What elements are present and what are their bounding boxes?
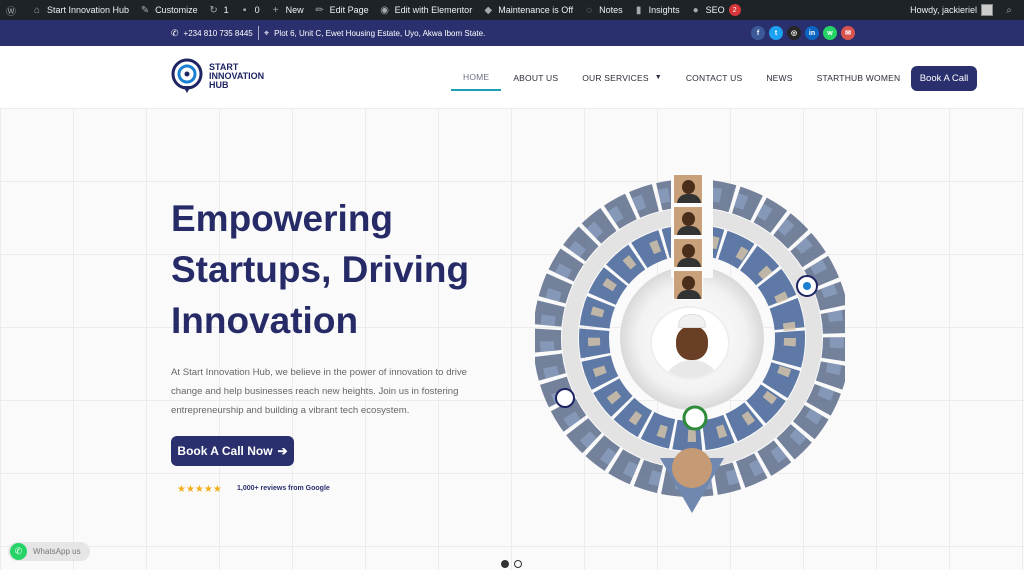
hero-title: Empowering Startups, Driving Innovation [171, 198, 470, 341]
founder-portrait [650, 306, 730, 380]
admin-edit-page[interactable]: ✏ Edit Page [309, 0, 374, 20]
admin-seo[interactable]: ● SEO 2 [685, 0, 746, 20]
logo-text: START INNOVATION HUB [209, 61, 265, 90]
location-pin-icon: ⌖ [264, 28, 270, 38]
whatsapp-chat-button[interactable]: ✆ WhatsApp us [8, 542, 90, 561]
admin-account[interactable]: Howdy, jackieriel [905, 0, 998, 20]
plus-icon: + [272, 4, 279, 16]
slide-dot-1[interactable] [501, 560, 509, 568]
address-text: ⌖ Plot 6, Unit C, Ewet Housing Estate, Uy… [264, 28, 486, 38]
logo-mark-icon [171, 58, 203, 93]
bar-chart-icon: ▮ [635, 4, 642, 16]
instagram-icon[interactable]: ◎ [787, 26, 801, 40]
admin-new[interactable]: + New [265, 0, 309, 20]
pencil-icon: ✏ [315, 4, 324, 16]
comment-icon: ▪ [242, 4, 247, 16]
admin-updates[interactable]: ↻ 1 [203, 0, 234, 20]
main-nav: HOME ABOUT US OUR SERVICES ▼ CONTACT US N… [451, 64, 912, 91]
slide-dot-2[interactable] [514, 560, 522, 568]
hero-description: At Start Innovation Hub, we believe in t… [171, 367, 467, 416]
linkedin-icon[interactable]: in [805, 26, 819, 40]
seo-icon: ● [692, 4, 699, 16]
elementor-icon: ◉ [380, 4, 390, 16]
wp-logo-icon[interactable]: Ⓦ [0, 0, 26, 20]
twitter-icon[interactable]: t [769, 26, 783, 40]
admin-comments[interactable]: ▪ 0 [234, 0, 265, 20]
nav-about-us[interactable]: ABOUT US [501, 64, 570, 91]
team-photo [673, 174, 703, 204]
admin-search-icon[interactable]: ⌕ [998, 0, 1024, 20]
site-logo[interactable]: START INNOVATION HUB [171, 58, 264, 94]
admin-edit-elementor[interactable]: ◉ Edit with Elementor [374, 0, 478, 20]
google-reviews-link[interactable]: 1,000+ reviews from Google [237, 485, 330, 492]
wp-admin-bar: Ⓦ ⌂ Start Innovation Hub ✎ Customize ↻ 1 ▪ 0… [0, 0, 1024, 20]
team-photo-column [673, 174, 703, 300]
book-a-call-button[interactable]: Book A Call [911, 66, 977, 91]
home-icon: ⌂ [33, 4, 41, 16]
slider-pagination [501, 560, 522, 568]
chevron-down-icon: ▼ [654, 74, 662, 81]
book-a-call-now-button[interactable]: Book A Call Now ➔ [171, 436, 294, 466]
phone-icon: ✆ [171, 28, 179, 38]
hero-section [0, 108, 1024, 570]
team-photo [673, 206, 703, 236]
facebook-icon[interactable]: f [751, 26, 765, 40]
nav-starthub-women[interactable]: STARTHUB WOMEN [805, 64, 913, 91]
admin-notes[interactable]: ◌ Notes [578, 0, 628, 20]
rating-stars: ★★★★★ [177, 484, 222, 495]
admin-customize[interactable]: ✎ Customize [134, 0, 203, 20]
diamond-icon: ◆ [484, 4, 493, 16]
phone-link[interactable]: ✆ +234 810 735 8445 [171, 28, 253, 39]
arrow-right-icon: ➔ [277, 444, 288, 458]
contact-bar: ✆ +234 810 735 8445 ⌖ Plot 6, Unit C, Ewet… [0, 20, 1024, 46]
nav-our-services[interactable]: OUR SERVICES ▼ [570, 64, 674, 91]
whatsapp-icon: ✆ [10, 543, 27, 560]
admin-maintenance[interactable]: ◆ Maintenance is Off [477, 0, 578, 20]
nav-home[interactable]: HOME [451, 64, 502, 91]
site-header: START INNOVATION HUB HOME ABOUT US OUR S… [0, 46, 1024, 108]
nav-news[interactable]: NEWS [754, 64, 804, 91]
refresh-icon: ↻ [209, 4, 218, 16]
email-icon[interactable]: ✉ [841, 26, 855, 40]
team-photo [673, 270, 703, 300]
admin-insights[interactable]: ▮ Insights [628, 0, 685, 20]
brush-icon: ✎ [140, 4, 150, 16]
team-photo [673, 238, 703, 268]
divider [258, 26, 259, 40]
social-links: f t ◎ in w ✉ [751, 26, 855, 40]
seo-count-badge: 2 [728, 4, 741, 16]
admin-site-name[interactable]: ⌂ Start Innovation Hub [26, 0, 134, 20]
nav-contact-us[interactable]: CONTACT US [674, 64, 754, 91]
avatar [981, 4, 993, 16]
whatsapp-icon[interactable]: w [823, 26, 837, 40]
speech-bubble-icon: ◌ [586, 4, 593, 16]
